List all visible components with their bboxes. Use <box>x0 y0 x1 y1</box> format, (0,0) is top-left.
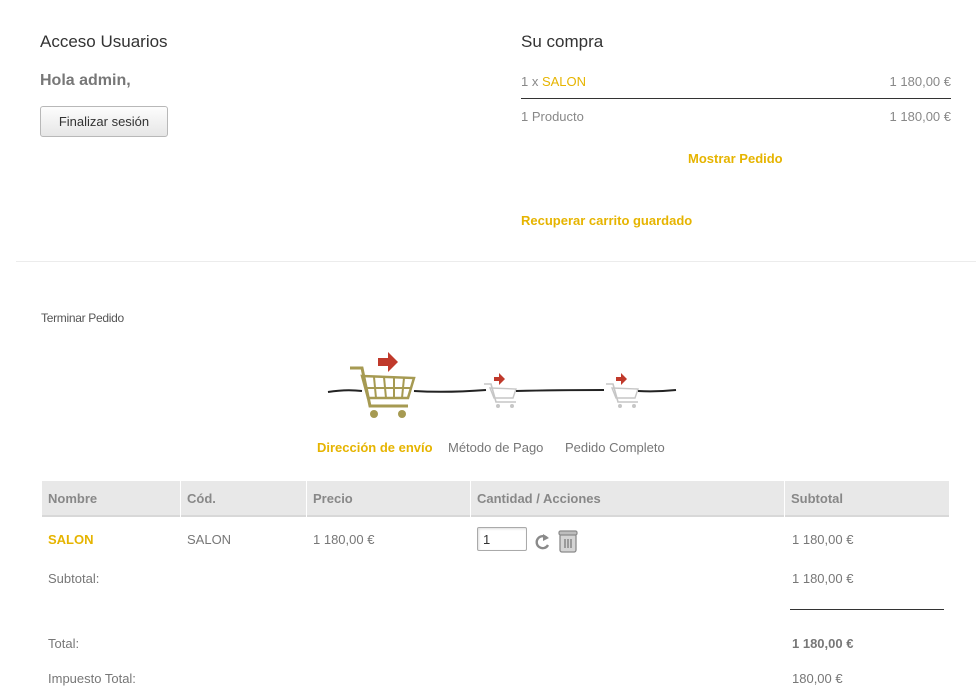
cart-line-quantity: 1 x <box>521 74 542 89</box>
product-name-link[interactable]: SALON <box>48 532 94 547</box>
total-value: 1 180,00 € <box>792 636 854 651</box>
totals-divider <box>790 609 944 610</box>
cart-icon <box>606 383 639 408</box>
cart-product-count: 1 Producto <box>521 109 584 124</box>
subtotal-label: Subtotal: <box>48 571 100 586</box>
cart-icon <box>350 366 416 418</box>
recover-cart-link[interactable]: Recuperar carrito guardado <box>521 213 692 228</box>
tax-total-value: 180,00 € <box>792 671 843 686</box>
cart-line-price: 1 180,00 € <box>889 74 951 89</box>
steps-connector-line <box>327 389 677 393</box>
cart-line-product-link[interactable]: SALON <box>542 74 586 89</box>
cart-line: 1 x SALON <box>521 74 586 89</box>
show-order-link[interactable]: Mostrar Pedido <box>688 151 783 166</box>
row-subtotal: 1 180,00 € <box>792 532 854 547</box>
trash-icon[interactable] <box>557 529 579 554</box>
column-header-price: Precio <box>307 481 470 517</box>
greeting: Hola admin, <box>40 72 131 89</box>
cart-title: Su compra <box>521 32 604 51</box>
step-order-complete: Pedido Completo <box>565 440 665 455</box>
column-header-code: Cód. <box>181 481 306 517</box>
column-header-subtotal: Subtotal <box>785 481 949 517</box>
refresh-icon[interactable] <box>532 531 552 553</box>
step-payment-method: Método de Pago <box>448 440 544 455</box>
section-divider <box>16 261 976 262</box>
access-title: Acceso Usuarios <box>40 32 168 51</box>
tax-total-label: Impuesto Total: <box>48 671 136 686</box>
quantity-input[interactable] <box>477 527 527 551</box>
total-label: Total: <box>48 636 80 651</box>
checkout-steps-graphic <box>327 352 677 418</box>
logout-button[interactable]: Finalizar sesión <box>40 106 168 137</box>
column-header-name: Nombre <box>42 481 180 517</box>
cart-total-price: 1 180,00 € <box>889 109 951 124</box>
cart-icon <box>484 383 517 408</box>
subtotal-value: 1 180,00 € <box>792 571 854 586</box>
cart-divider <box>521 98 951 99</box>
step-shipping-address: Dirección de envío <box>317 440 433 455</box>
arrow-icon <box>378 352 398 372</box>
arrow-icon <box>494 373 505 385</box>
product-code: SALON <box>187 532 232 547</box>
arrow-icon <box>616 373 627 385</box>
checkout-title: Terminar Pedido <box>41 311 124 325</box>
column-header-quantity-actions: Cantidad / Acciones <box>471 481 784 517</box>
product-price: 1 180,00 € <box>313 532 375 547</box>
